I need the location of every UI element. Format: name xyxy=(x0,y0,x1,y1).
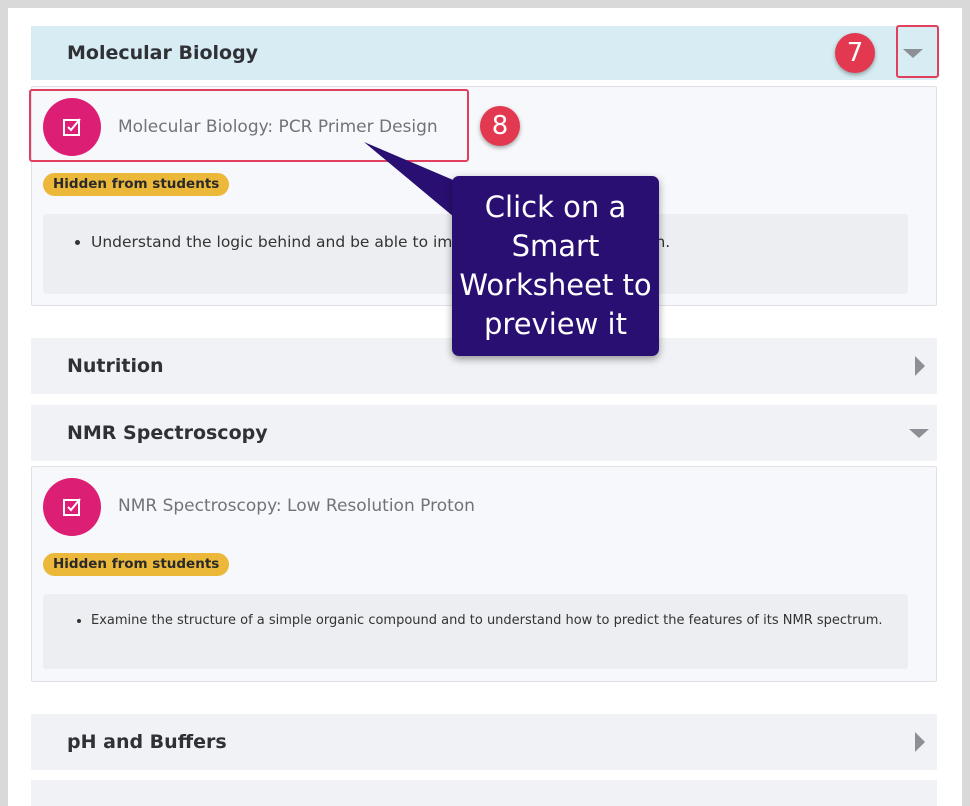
highlight-expand-toggle xyxy=(896,25,939,78)
highlight-worksheet xyxy=(29,89,469,162)
chevron-down-icon[interactable] xyxy=(909,429,929,438)
visibility-badge: Hidden from students xyxy=(43,173,230,196)
chevron-right-icon[interactable] xyxy=(915,356,925,376)
section-header-nmr-spectroscopy[interactable]: NMR Spectroscopy xyxy=(31,405,937,461)
checkbox-icon xyxy=(63,498,81,516)
step-7-marker: 7 xyxy=(835,33,875,73)
section-header-next[interactable] xyxy=(31,780,937,806)
section-title: Nutrition xyxy=(67,355,164,377)
section-title: pH and Buffers xyxy=(67,731,227,753)
chevron-right-icon[interactable] xyxy=(915,732,925,752)
course-content-frame: Molecular Biology 7 Molecular Biology: P… xyxy=(8,8,962,806)
objectives-box: Examine the structure of a simple organi… xyxy=(43,594,908,669)
section-panel-nmr-spectroscopy: NMR Spectroscopy: Low Resolution Proton … xyxy=(31,466,937,682)
visibility-badge: Hidden from students xyxy=(43,553,230,576)
section-header-molecular-biology[interactable]: Molecular Biology xyxy=(31,26,937,80)
section-title: Molecular Biology xyxy=(67,42,259,64)
worksheet-link[interactable]: NMR Spectroscopy: Low Resolution Proton xyxy=(118,496,475,516)
section-header-ph-buffers[interactable]: pH and Buffers xyxy=(31,714,937,770)
objective-item: Examine the structure of a simple organi… xyxy=(91,613,908,628)
instruction-callout: Click on a Smart Worksheet to preview it xyxy=(452,176,659,356)
worksheet-icon[interactable] xyxy=(43,478,101,536)
section-title: NMR Spectroscopy xyxy=(67,422,268,444)
step-8-marker: 8 xyxy=(480,106,520,146)
